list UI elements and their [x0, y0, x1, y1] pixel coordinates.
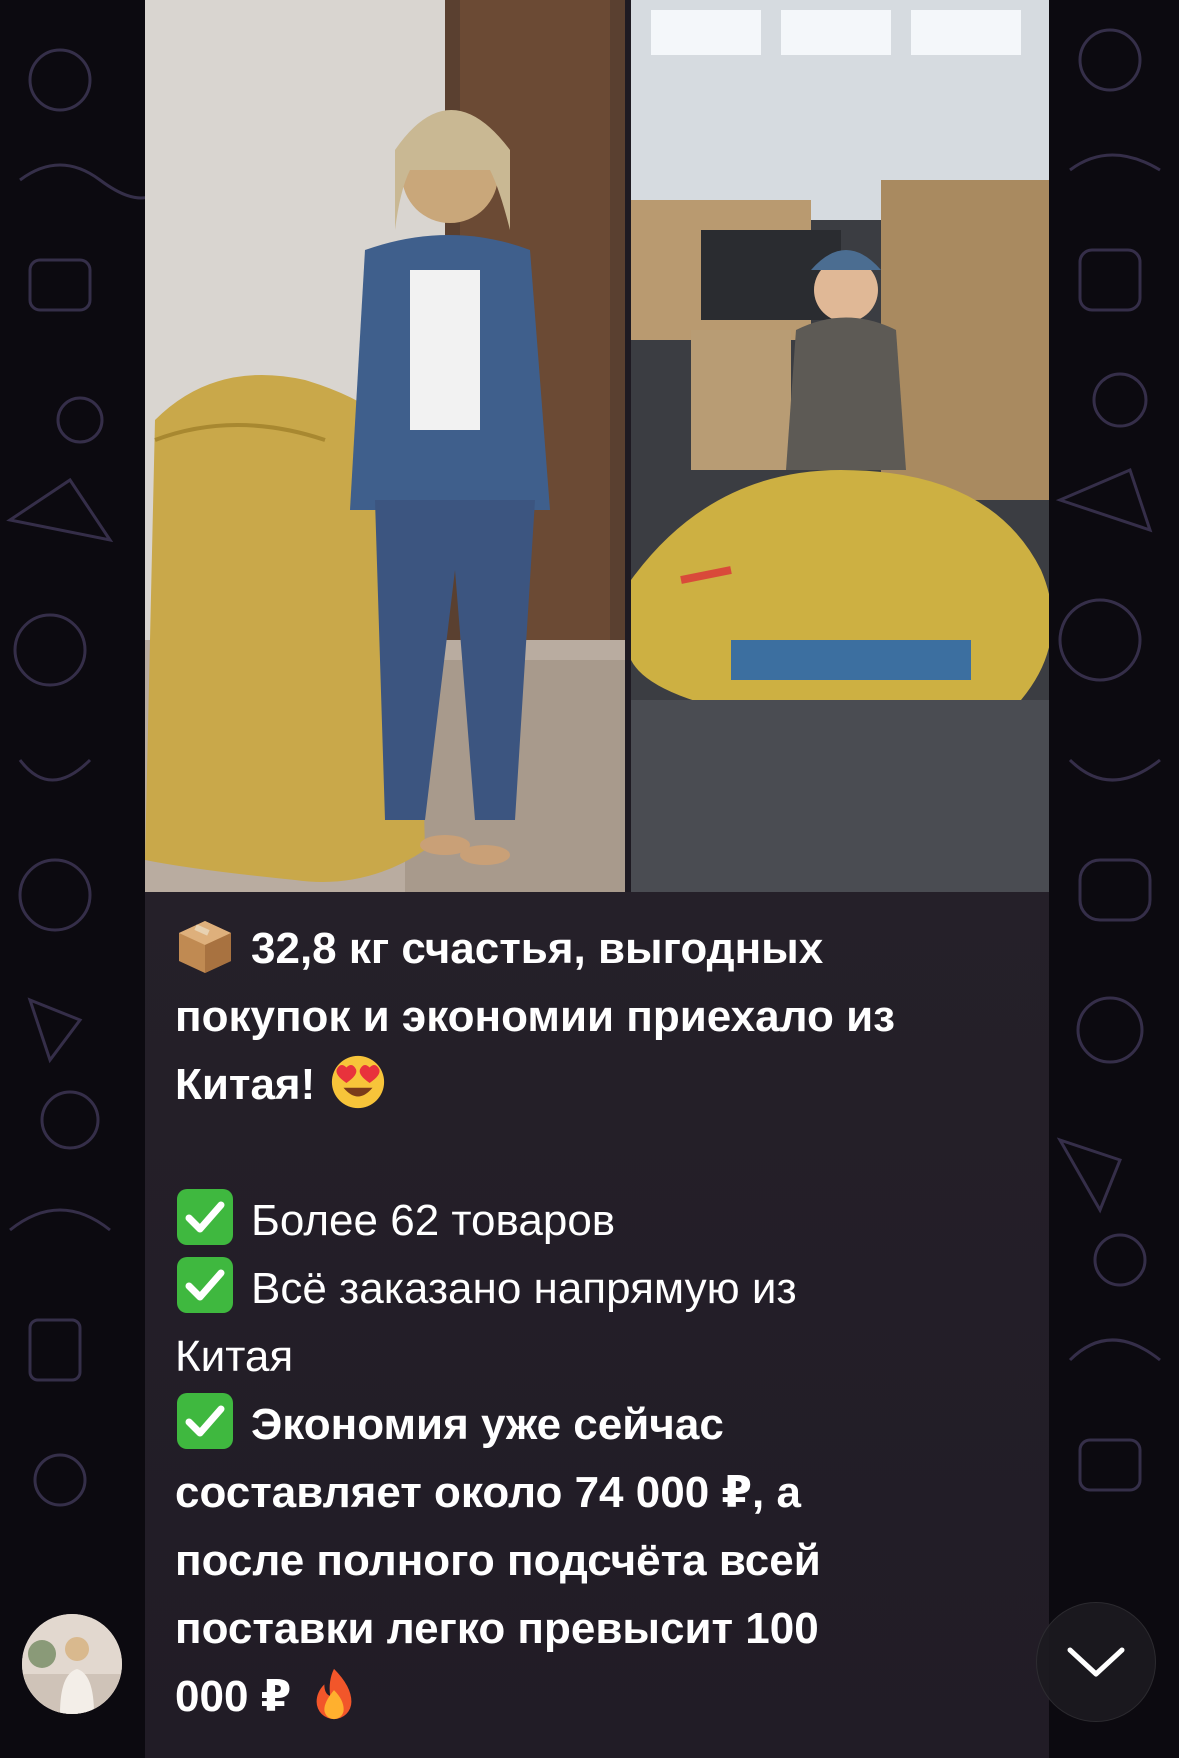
chevron-down-icon: [1067, 1647, 1125, 1677]
fire-emoji: [305, 1665, 363, 1723]
package-icon: [175, 915, 235, 975]
item-2-line-1: Всё заказано напрямую из: [251, 1264, 797, 1313]
item-3-line-1: Экономия уже сейчас: [251, 1400, 724, 1449]
check-mark-button-icon: [175, 1187, 235, 1247]
message-bubble: 32,8 кг счастья, выгодных покупок и экон…: [145, 0, 1049, 1758]
check-mark-button-icon: [175, 1255, 235, 1315]
sender-avatar[interactable]: [22, 1614, 122, 1714]
item-3-line-5: 000 ₽: [175, 1672, 292, 1721]
photo-album[interactable]: [145, 0, 1049, 892]
check-mark-button-icon: [175, 1391, 235, 1451]
item-3-line-3: после полного подсчёта всей: [175, 1536, 821, 1585]
heart-eyes-emoji: [329, 1053, 387, 1111]
photo-boy-with-bag[interactable]: [631, 0, 1049, 892]
item-3-line-4: поставки легко превысит 100: [175, 1604, 819, 1653]
item-2-line-2: Китая: [175, 1332, 294, 1381]
message-text: 32,8 кг счастья, выгодных покупок и экон…: [175, 915, 1035, 1731]
post-line-1: 32,8 кг счастья, выгодных: [251, 924, 824, 973]
scroll-down-button[interactable]: [1036, 1602, 1156, 1722]
item-1: Более 62 товаров: [251, 1196, 616, 1245]
item-3-line-2: составляет около 74 000 ₽, а: [175, 1468, 801, 1517]
post-line-2: покупок и экономии приехало из: [175, 992, 896, 1041]
post-line-3: Китая!: [175, 1060, 316, 1109]
photo-woman-with-bag[interactable]: [145, 0, 625, 892]
